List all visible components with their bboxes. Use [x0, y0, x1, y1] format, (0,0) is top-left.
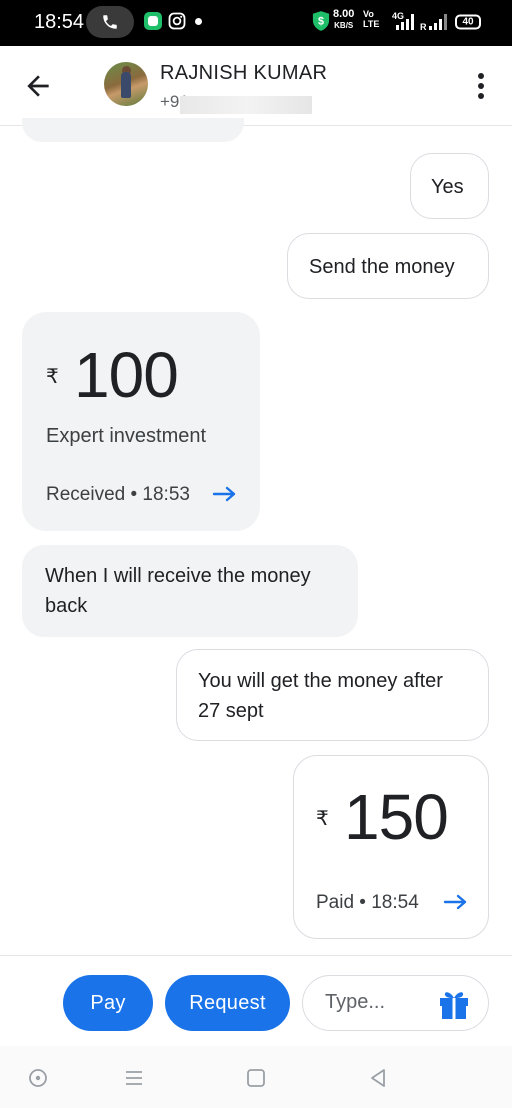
payment-status: Paid • 18:54: [316, 892, 419, 913]
home-icon[interactable]: [244, 1066, 268, 1090]
signal-2-icon: R: [420, 14, 447, 32]
svg-text:$: $: [318, 16, 324, 28]
message-input-box[interactable]: [302, 975, 489, 1031]
message-input[interactable]: [325, 991, 425, 1014]
currency-symbol: ₹: [46, 366, 59, 388]
gift-icon[interactable]: [437, 987, 471, 1021]
avatar[interactable]: [104, 62, 148, 106]
system-nav-bar: [0, 1046, 512, 1108]
network-speed: 8.00 KB/S: [333, 9, 354, 31]
svg-text:4G: 4G: [392, 11, 404, 21]
instagram-icon: [168, 12, 186, 30]
status-time: 18:54: [34, 11, 85, 33]
currency-symbol: ₹: [316, 808, 329, 830]
assistant-icon[interactable]: [26, 1066, 50, 1090]
message-text: Send the money: [309, 256, 455, 278]
message-outgoing[interactable]: You will get the money after 27 sept: [176, 649, 489, 741]
net-speed-value: 8.00: [333, 8, 355, 20]
contact-name[interactable]: RAJNISH KUMAR: [160, 62, 327, 85]
payment-card-received[interactable]: ₹ 100 Expert investment Received • 18:53: [22, 312, 260, 531]
message-incoming[interactable]: When I will receive the money back: [22, 545, 358, 637]
pay-button[interactable]: Pay: [63, 975, 153, 1031]
shield-icon: $: [312, 11, 330, 31]
back-icon[interactable]: [366, 1066, 390, 1090]
call-icon: [86, 6, 134, 38]
battery-icon: 40: [455, 14, 481, 30]
request-button[interactable]: Request: [165, 975, 290, 1031]
volte-bottom: LTE: [363, 19, 380, 29]
message-text: When I will receive the money back: [45, 565, 311, 617]
payment-note: Expert investment: [46, 425, 207, 447]
back-arrow-icon[interactable]: [22, 70, 54, 102]
payment-status: Received • 18:53: [46, 484, 190, 505]
payment-amount: 100: [74, 339, 179, 411]
message-text: Yes: [431, 176, 464, 198]
payment-amount: 150: [344, 781, 449, 853]
arrow-right-icon[interactable]: [212, 486, 238, 502]
notification-dot-icon: [195, 18, 202, 25]
more-vert-icon[interactable]: [470, 70, 492, 102]
svg-text:R: R: [420, 22, 427, 32]
phone-redaction: [180, 96, 312, 114]
signal-icon: 4G: [392, 11, 414, 30]
arrow-right-icon[interactable]: [443, 894, 469, 910]
volte-indicator: Vo LTE: [363, 9, 379, 29]
chat-app-icon: [144, 12, 162, 30]
partial-message-bubble: [22, 118, 244, 142]
message-outgoing[interactable]: Send the money: [287, 233, 489, 299]
status-bar: 18:54 $ 8.00 KB/S Vo LTE 4G R 40: [0, 0, 512, 46]
composer-bar: Pay Request: [0, 955, 512, 1045]
recents-icon[interactable]: [122, 1066, 146, 1090]
message-outgoing[interactable]: Yes: [410, 153, 489, 219]
chat-header: RAJNISH KUMAR +91: [0, 46, 512, 126]
message-text: You will get the money after 27 sept: [198, 670, 443, 722]
net-speed-unit: KB/S: [334, 21, 354, 30]
avatar-figure: [121, 72, 131, 98]
payment-card-paid[interactable]: ₹ 150 Paid • 18:54: [293, 755, 489, 939]
volte-top: Vo: [363, 9, 374, 19]
